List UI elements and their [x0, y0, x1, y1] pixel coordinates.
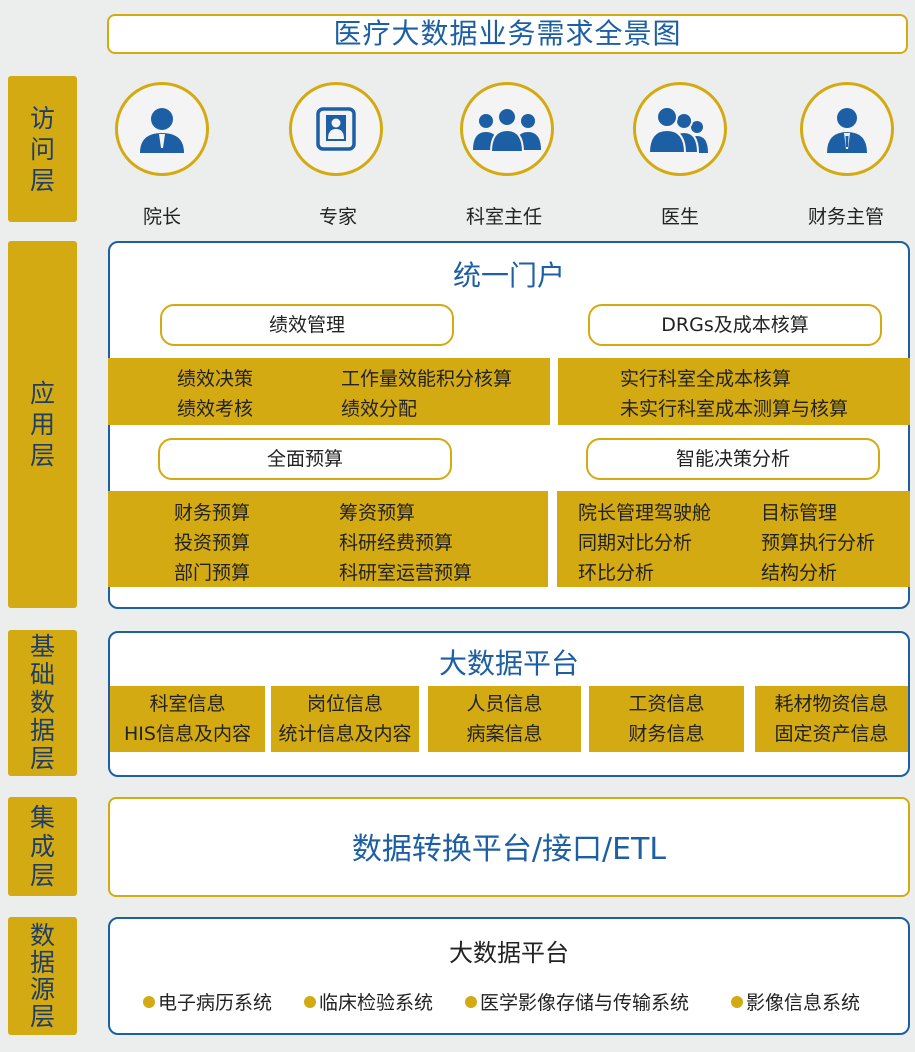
layer-label-source: 数 据 源 层: [8, 917, 77, 1035]
info-cell: 耗材物资信息 固定资产信息: [755, 686, 908, 752]
layer-char: 基: [29, 632, 55, 661]
info-text: 固定资产信息: [774, 723, 889, 745]
layer-char: 集: [29, 803, 55, 832]
source-system-item: 临床检验系统: [304, 988, 433, 1015]
budget-items-block: 财务预算 投资预算 部门预算 筹资预算 科研经费预算 科研室运营预算: [108, 491, 548, 587]
info-text: 人员信息: [466, 693, 543, 715]
layer-char: 据: [29, 948, 55, 977]
layer-char: 应: [29, 379, 55, 408]
layer-char: 层: [29, 1002, 55, 1031]
intelligent-decision-pill: 智能决策分析: [586, 438, 880, 480]
layer-label-application: 应 用 层: [8, 241, 77, 608]
source-platform-title: 大数据平台: [449, 939, 569, 967]
layer-char: 层: [29, 744, 55, 773]
layer-label-foundation: 基 础 数 据 层: [8, 630, 77, 776]
page-title: 医疗大数据业务需求全景图: [107, 14, 908, 54]
layer-label-integration: 集 成 层: [8, 797, 77, 896]
finance-manager-person-icon: [800, 82, 894, 176]
drgs-cost-pill: DRGs及成本核算: [588, 304, 882, 346]
expert-badge-icon: [289, 82, 383, 176]
performance-management-pill: 绩效管理: [160, 304, 454, 346]
item-text: 绩效分配: [341, 398, 418, 420]
source-system-label: 电子病历系统: [158, 992, 273, 1014]
integration-text: 数据转换平台/接口/ETL: [351, 832, 667, 867]
layer-char: 成: [29, 832, 55, 861]
item-text: 目标管理: [761, 502, 838, 524]
role-label: 医生: [660, 206, 699, 228]
role-label: 科室主任: [465, 206, 542, 228]
item-text: 投资预算: [174, 532, 251, 554]
layer-char: 据: [29, 716, 55, 745]
portal-title: 统一门户: [452, 259, 565, 292]
info-text: 财务信息: [628, 723, 705, 745]
layer-char: 源: [29, 975, 55, 1004]
source-system-item: 影像信息系统: [731, 988, 860, 1015]
item-text: 绩效决策: [177, 368, 254, 390]
director-person-icon: [115, 82, 209, 176]
item-text: 部门预算: [174, 562, 251, 584]
performance-items-block: 绩效决策 绩效考核 工作量效能积分核算 绩效分配: [108, 358, 550, 425]
role-label: 院长: [142, 206, 181, 228]
info-text: 统计信息及内容: [278, 723, 412, 745]
item-text: 科研经费预算: [339, 532, 454, 554]
layer-char: 数: [29, 688, 55, 717]
bullet-dot-icon: [731, 995, 743, 1008]
role-label: 财务主管: [807, 206, 884, 228]
info-cell: 科室信息 HIS信息及内容: [110, 686, 265, 752]
source-system-label: 医学影像存储与传输系统: [480, 992, 690, 1014]
info-cell: 岗位信息 统计信息及内容: [271, 686, 419, 752]
bullet-dot-icon: [465, 995, 477, 1008]
bullet-dot-icon: [143, 995, 155, 1008]
comprehensive-budget-pill: 全面预算: [158, 438, 452, 480]
layer-char: 层: [29, 441, 55, 470]
layer-char: 层: [29, 165, 55, 195]
source-system-label: 影像信息系统: [746, 992, 861, 1014]
item-text: 未实行科室成本测算与核算: [620, 398, 849, 420]
source-system-item: 医学影像存储与传输系统: [465, 988, 689, 1015]
source-system-item: 电子病历系统: [143, 988, 272, 1015]
layer-char: 问: [29, 134, 55, 164]
item-text: 科研室运营预算: [339, 562, 473, 584]
item-text: 实行科室全成本核算: [620, 368, 792, 390]
info-text: 工资信息: [628, 693, 705, 715]
drgs-items-block: 实行科室全成本核算 未实行科室成本测算与核算: [558, 358, 910, 425]
info-text: 科室信息: [149, 693, 226, 715]
layer-char: 数: [29, 921, 55, 950]
role-label: 专家: [318, 206, 357, 228]
layer-char: 础: [29, 660, 55, 689]
doctor-group-icon: [633, 82, 727, 176]
item-text: 结构分析: [761, 562, 838, 584]
department-head-group-icon: [460, 82, 554, 176]
info-text: 病案信息: [466, 723, 543, 745]
info-cell: 人员信息 病案信息: [428, 686, 581, 752]
item-text: 财务预算: [174, 502, 251, 524]
item-text: 绩效考核: [177, 398, 254, 420]
foundation-platform-title: 大数据平台: [438, 647, 579, 680]
info-text: 岗位信息: [306, 693, 383, 715]
layer-label-access: 访 问 层: [8, 76, 77, 222]
info-text: 耗材物资信息: [774, 693, 889, 715]
item-text: 预算执行分析: [761, 532, 876, 554]
layer-char: 用: [29, 410, 55, 439]
item-text: 筹资预算: [339, 502, 416, 524]
item-text: 工作量效能积分核算: [341, 368, 513, 390]
info-cell: 工资信息 财务信息: [589, 686, 744, 752]
info-text: HIS信息及内容: [124, 723, 251, 745]
layer-char: 层: [29, 861, 55, 890]
layer-char: 访: [29, 103, 55, 133]
item-text: 同期对比分析: [578, 532, 693, 554]
source-system-label: 临床检验系统: [319, 992, 434, 1014]
item-text: 环比分析: [578, 562, 655, 584]
bullet-dot-icon: [304, 995, 316, 1008]
item-text: 院长管理驾驶舱: [578, 502, 712, 524]
decision-items-block: 院长管理驾驶舱 同期对比分析 环比分析 目标管理 预算执行分析 结构分析: [557, 491, 910, 587]
